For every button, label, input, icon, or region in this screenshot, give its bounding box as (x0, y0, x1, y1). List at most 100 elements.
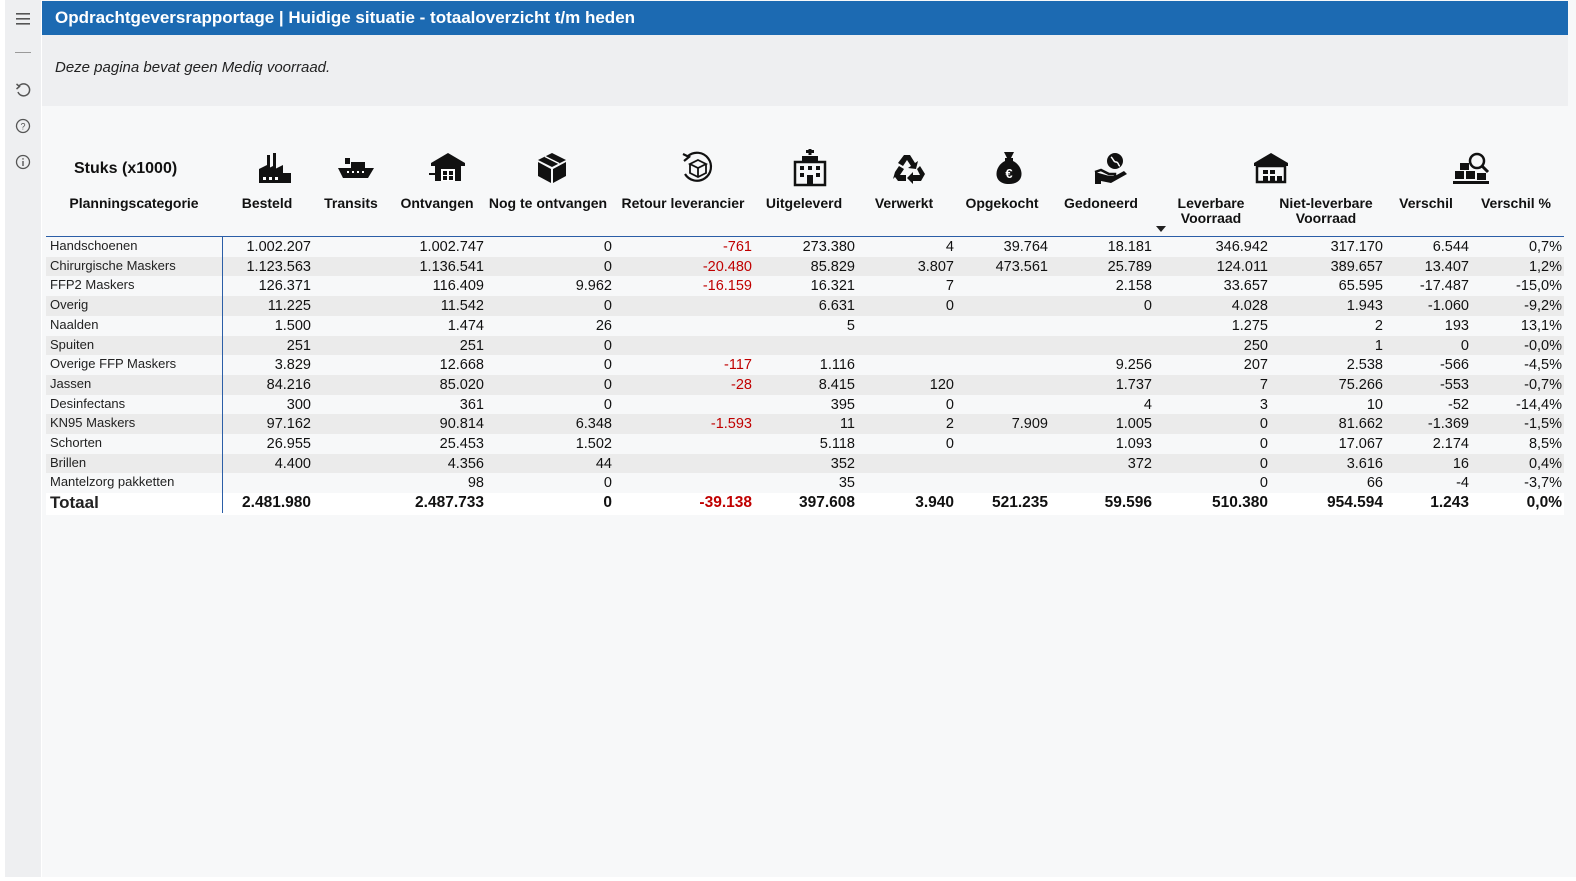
value-cell: 0 (1259, 436, 1268, 452)
value-cell: 0 (1143, 298, 1152, 315)
svg-text:€: € (1005, 166, 1012, 181)
value-cell: 1.943 (1346, 298, 1383, 315)
value-cell: -0,0% (1524, 337, 1562, 354)
category-cell: Handschoenen (50, 238, 138, 253)
value-cell: -16.159 (702, 278, 752, 295)
category-cell: FFP2 Maskers (50, 277, 135, 293)
category-cell: Desinfectans (50, 395, 126, 411)
recycle-icon (890, 148, 930, 188)
value-cell: 4.400 (274, 455, 311, 472)
value-cell: 8,5% (1528, 436, 1562, 452)
value-cell: 389.657 (1330, 258, 1383, 275)
sort-indicator-icon[interactable] (1156, 226, 1166, 232)
value-cell: 0 (603, 239, 612, 255)
value-cell: 0 (603, 357, 612, 374)
value-cell: 2.538 (1346, 357, 1383, 374)
value-cell: 126.371 (258, 278, 311, 295)
value-cell: -17.487 (1419, 278, 1469, 295)
header-planningscategorie: Planningscategorie (69, 195, 199, 211)
value-cell: 3 (1259, 396, 1268, 413)
value-cell: 1.500 (274, 317, 311, 334)
header-uitgeleverd: Uitgeleverd (765, 195, 843, 211)
notice-bar: Deze pagina bevat geen Mediq voorraad. (42, 35, 1568, 106)
table-row: Chirurgische Maskers 1.123.563 1.136.541 0 -… (46, 256, 1564, 277)
value-cell: 84.216 (266, 376, 311, 393)
table-row: Desinfectans 300 361 0 395 0 4 3 10 -52 -14,4% (46, 395, 1564, 415)
value-cell: -0,7% (1524, 376, 1562, 393)
category-cell: Spuiten (50, 336, 95, 352)
value-cell: 16 (1452, 455, 1469, 472)
value-cell: 65.595 (1338, 278, 1383, 295)
value-cell: 0 (603, 337, 612, 354)
value-cell: -117 (724, 357, 752, 374)
value-cell: 0 (1259, 416, 1268, 433)
value-cell: 8.415 (818, 376, 855, 393)
category-cell: Jassen (50, 375, 92, 391)
header-niet-leverbare-line1: Niet-leverbare (1279, 195, 1373, 211)
value-cell: 0 (603, 494, 612, 512)
box-icon (532, 148, 572, 188)
help-icon[interactable]: ? (5, 112, 41, 140)
value-cell: 3.940 (915, 494, 954, 512)
value-cell: 11 (839, 416, 855, 433)
value-cell: 207 (1243, 357, 1268, 374)
value-cell: 6.631 (818, 298, 855, 315)
category-column-rule (222, 237, 223, 513)
header-gedoneerd[interactable]: Gedoneerd (1056, 196, 1146, 211)
category-cell: Overige FFP Maskers (50, 356, 177, 372)
svg-text:?: ? (20, 122, 25, 132)
value-cell: 510.380 (1211, 494, 1268, 512)
header-leverbare-voorraad: Leverbare Voorraad (1162, 196, 1260, 226)
notice-text: Deze pagina bevat geen Mediq voorraad. (55, 59, 331, 76)
value-cell: 193 (1444, 317, 1469, 334)
header-niet-leverbare-line2: Voorraad (1295, 210, 1357, 226)
undo-icon[interactable] (5, 76, 41, 104)
header-leverbare-line1: Leverbare (1177, 195, 1245, 211)
value-cell: 2.487.733 (415, 494, 484, 512)
table-row: Jassen 84.216 85.020 0 -28 8.415 120 1.737 7 75.2… (46, 374, 1564, 395)
value-cell: 1.737 (1115, 376, 1152, 393)
value-cell: 1.005 (1115, 416, 1152, 433)
table-row: KN95 Maskers 97.162 90.814 6.348 -1.593 11 2 7.… (46, 414, 1564, 434)
value-cell: -14,4% (1516, 396, 1562, 413)
total-label: Totaal (50, 493, 99, 513)
warehouse-icon (1251, 148, 1291, 188)
value-cell: 0 (603, 258, 612, 275)
info-icon[interactable] (5, 148, 41, 176)
menu-icon[interactable] (5, 5, 41, 33)
header-verschil-pct: Verschil % (1480, 195, 1552, 211)
value-cell: 361 (459, 396, 484, 413)
value-cell: 39.764 (1003, 239, 1048, 255)
value-cell: 26.955 (266, 436, 311, 452)
value-cell: 1.502 (575, 436, 612, 452)
value-cell: 9.962 (575, 278, 612, 295)
value-cell: 5.118 (819, 436, 855, 452)
value-cell: 346.942 (1215, 239, 1268, 255)
value-cell: 0 (945, 298, 954, 315)
value-cell: 251 (286, 337, 311, 354)
value-cell: -52 (1448, 396, 1469, 413)
value-cell: 0 (603, 298, 612, 315)
value-cell: 2.174 (1432, 436, 1469, 452)
header-ontvangen: Ontvangen (400, 195, 474, 211)
value-cell: 1 (1374, 337, 1383, 354)
value-cell: 397.608 (798, 494, 855, 512)
value-cell: -761 (722, 239, 752, 255)
value-cell: 2 (945, 416, 954, 433)
table-row: FFP2 Maskers 126.371 116.409 9.962 -16.159 16… (46, 276, 1564, 296)
value-cell: 16.321 (810, 278, 855, 295)
value-cell: 75.266 (1338, 376, 1383, 393)
value-cell: 7 (1259, 376, 1268, 393)
value-cell: 1,2% (1528, 258, 1562, 275)
value-cell: -39.138 (699, 494, 752, 512)
value-cell: 85.020 (439, 376, 484, 393)
value-cell: 1.123.563 (246, 258, 311, 275)
table-row: Handschoenen 1.002.207 1.002.747 0 -761 273.3… (46, 237, 1564, 257)
value-cell: 0 (945, 436, 954, 452)
value-cell: 85.829 (810, 258, 855, 275)
value-cell: 0 (603, 475, 612, 492)
value-cell: -4 (1456, 475, 1469, 492)
value-cell: 13.407 (1424, 258, 1469, 275)
table-row: Schorten 26.955 25.453 1.502 5.118 0 1.093 0 17.… (46, 434, 1564, 454)
value-cell: 0,7% (1528, 239, 1562, 255)
